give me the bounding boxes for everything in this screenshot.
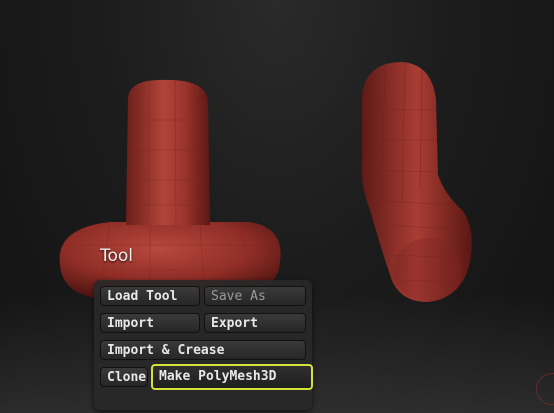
mesh-right bbox=[361, 61, 472, 302]
mesh-left-stem bbox=[126, 79, 210, 225]
load-tool-button[interactable]: Load Tool bbox=[100, 286, 200, 306]
tool-palette: Tool Load Tool Save As Import Export Imp… bbox=[88, 240, 318, 410]
import-crease-button[interactable]: Import & Crease bbox=[100, 340, 306, 360]
export-button[interactable]: Export bbox=[204, 313, 306, 333]
import-button[interactable]: Import bbox=[100, 313, 200, 333]
make-polymesh3d-button[interactable]: Make PolyMesh3D bbox=[151, 364, 313, 390]
clone-button[interactable]: Clone bbox=[100, 367, 148, 387]
tool-menu: Load Tool Save As Import Export Import &… bbox=[94, 280, 313, 410]
tool-palette-title[interactable]: Tool bbox=[100, 246, 133, 266]
save-as-button[interactable]: Save As bbox=[204, 286, 306, 306]
